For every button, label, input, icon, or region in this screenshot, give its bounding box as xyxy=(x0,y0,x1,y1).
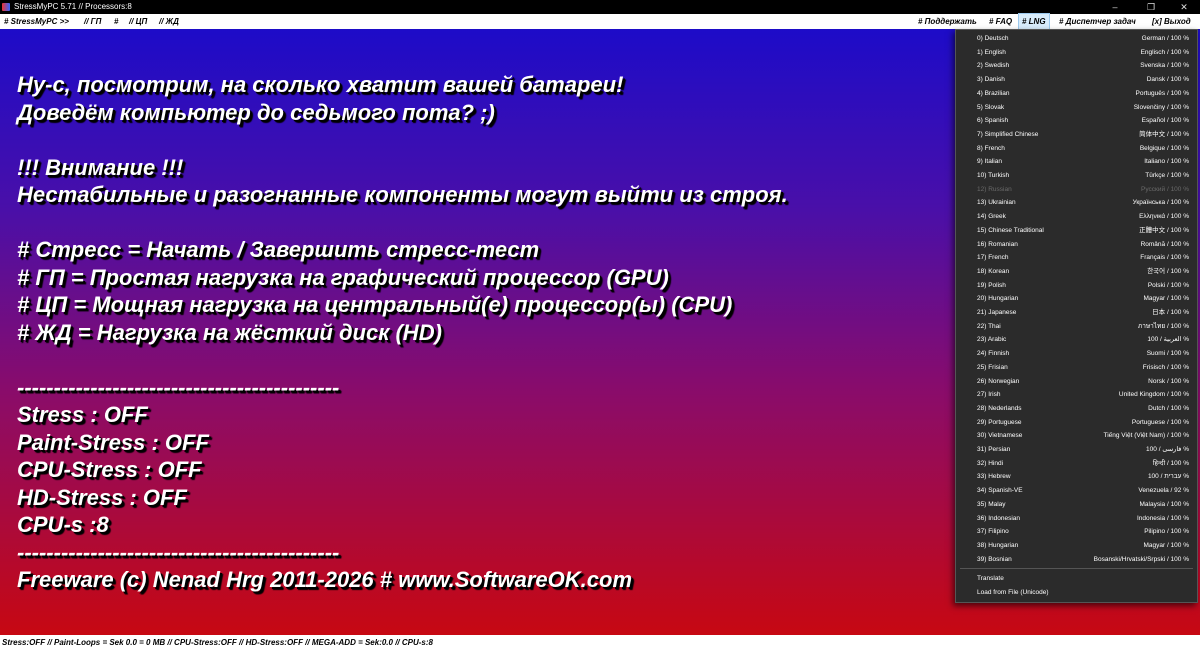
language-item[interactable]: 22) Thai ภาษาไทย / 100 % xyxy=(956,320,1197,334)
language-item[interactable]: 10) Turkish Türkçe / 100 % xyxy=(956,169,1197,183)
text-line: !!! Внимание !!! xyxy=(17,154,184,180)
language-item[interactable]: 15) Chinese Traditional 正體中文 / 100 % xyxy=(956,224,1197,238)
app-icon xyxy=(2,3,10,11)
text-line: Ну-с, посмотрим, на сколько хватит вашей… xyxy=(17,72,624,97)
menu-task-manager[interactable]: # Диспетчер задач xyxy=(1059,14,1136,29)
language-item[interactable]: 37) Filipino Pilipino / 100 % xyxy=(956,525,1197,539)
language-dropdown-menu: 0) Deutsch German / 100 % 1) English Engli… xyxy=(955,29,1198,603)
text-line xyxy=(17,126,788,154)
close-button[interactable]: ✕ xyxy=(1167,0,1200,14)
translate-menu-item[interactable]: Translate xyxy=(956,572,1197,586)
language-item[interactable]: 0) Deutsch German / 100 % xyxy=(956,32,1197,46)
language-item[interactable]: 17) French Français / 100 % xyxy=(956,251,1197,265)
minimize-button[interactable]: – xyxy=(1098,0,1132,14)
language-item[interactable]: 4) Brazilian Português / 100 % xyxy=(956,87,1197,101)
language-item-disabled: 12) Russian Русский / 100 % xyxy=(977,185,1189,193)
text-line: # ГП = Простая нагрузка на графический п… xyxy=(17,264,669,290)
language-item[interactable]: 29) Portuguese Portuguese / 100 % xyxy=(956,416,1197,430)
language-item[interactable]: 7) Simplified Chinese 简体中文 / 100 % xyxy=(956,128,1197,142)
maximize-button[interactable]: ❐ xyxy=(1134,0,1168,14)
text-line xyxy=(17,209,788,237)
language-item[interactable]: 35) Malay Malaysia / 100 % xyxy=(956,498,1197,512)
status-hd-stress: HD-Stress : OFF xyxy=(17,484,187,510)
language-item[interactable]: 16) Romanian Română / 100 % xyxy=(956,238,1197,252)
title-bar: StressMyPC 5.71 // Processors:8 – ❐ ✕ xyxy=(0,0,1200,14)
divider-line: ----------------------------------------… xyxy=(17,539,340,565)
language-item[interactable]: 21) Japanese 日本 / 100 % xyxy=(956,306,1197,320)
language-item[interactable]: 23) Arabic 100 / العربية % xyxy=(956,333,1197,347)
language-item[interactable]: 28) Nederlands Dutch / 100 % xyxy=(956,402,1197,416)
language-item[interactable]: 14) Greek Ελληνικά / 100 % xyxy=(956,210,1197,224)
status-paint-stress: Paint-Stress : OFF xyxy=(17,429,209,455)
language-item[interactable]: 38) Hungarian Magyar / 100 % xyxy=(956,539,1197,553)
language-item[interactable]: 3) Danish Dansk / 100 % xyxy=(956,73,1197,87)
language-item[interactable]: 18) Korean 한국어 / 100 % xyxy=(956,265,1197,279)
menu-hd[interactable]: // ЖД xyxy=(159,14,179,29)
status-cpu-count: CPU-s :8 xyxy=(17,512,109,537)
menu-bar: # StressMyPC >> // ГП # // ЦП // ЖД # По… xyxy=(0,13,1200,30)
menu-faq[interactable]: # FAQ xyxy=(989,14,1012,29)
window-title: StressMyPC 5.71 // Processors:8 xyxy=(14,2,132,11)
language-item[interactable]: 5) Slovak Slovenčiny / 100 % xyxy=(956,101,1197,115)
menu-gpu[interactable]: // ГП xyxy=(84,14,101,29)
language-item[interactable]: 25) Frisian Frisisch / 100 % xyxy=(956,361,1197,375)
text-line xyxy=(17,346,788,374)
language-item[interactable]: 20) Hungarian Magyar / 100 % xyxy=(956,292,1197,306)
language-item[interactable]: 19) Polish Polski / 100 % xyxy=(956,279,1197,293)
info-text-block: Ну-с, посмотрим, на сколько хватит вашей… xyxy=(17,71,788,594)
copyright-line: Freeware (c) Nenad Hrg 2011-2026 # www.S… xyxy=(17,567,633,592)
text-line: # ЦП = Мощная нагрузка на центральный(е)… xyxy=(17,292,733,317)
language-item[interactable]: 32) Hindi हिन्दी / 100 % xyxy=(956,457,1197,471)
language-item[interactable]: 1) English Englisch / 100 % xyxy=(956,46,1197,60)
status-cpu-stress: CPU-Stress : OFF xyxy=(17,457,202,482)
language-item[interactable]: 30) Vietnamese Tiếng Việt (Việt Nam) / 10… xyxy=(956,429,1197,443)
menu-lng[interactable]: # LNG xyxy=(1018,13,1050,30)
status-bar: Stress:OFF // Paint-Loops = Sek 0.0 = 0 … xyxy=(0,635,1200,655)
language-item[interactable]: 34) Spanish-VE Venezuela / 92 % xyxy=(956,484,1197,498)
text-line: Доведём компьютер до седьмого пота? ;) xyxy=(17,99,495,125)
menu-separator xyxy=(960,568,1193,569)
status-text: Stress:OFF // Paint-Loops = Sek 0.0 = 0 … xyxy=(2,638,433,647)
language-item[interactable]: 39) Bosnian Bosanski/Hrvatski/Srpski / 10… xyxy=(956,553,1197,567)
menu-support[interactable]: # Поддержать xyxy=(918,14,977,29)
text-line: Нестабильные и разогнанные компоненты мо… xyxy=(17,182,788,207)
load-from-file-menu-item[interactable]: Load from File (Unicode) xyxy=(956,586,1197,600)
language-item[interactable]: 27) Irish United Kingdom / 100 % xyxy=(956,388,1197,402)
language-item[interactable]: 13) Ukrainian Українська / 100 % xyxy=(956,196,1197,210)
language-item[interactable]: 36) Indonesian Indonesia / 100 % xyxy=(956,512,1197,526)
language-item[interactable]: 33) Hebrew 100 / עברית % xyxy=(956,470,1197,484)
language-item[interactable]: 6) Spanish Español / 100 % xyxy=(956,114,1197,128)
menu-exit[interactable]: [x] Выход xyxy=(1152,14,1191,29)
menu-separator-hash[interactable]: # xyxy=(114,14,118,29)
language-item[interactable]: 8) French Belgique / 100 % xyxy=(956,142,1197,156)
language-item[interactable]: 24) Finnish Suomi / 100 % xyxy=(956,347,1197,361)
language-item[interactable]: 9) Italian Italiano / 100 % xyxy=(956,155,1197,169)
language-item[interactable]: 31) Persian 100 / فارسی % xyxy=(956,443,1197,457)
menu-stressmypc[interactable]: # StressMyPC >> xyxy=(4,14,69,29)
menu-cpu[interactable]: // ЦП xyxy=(129,14,147,29)
divider-line: ----------------------------------------… xyxy=(17,374,340,400)
language-item[interactable]: 26) Norwegian Norsk / 100 % xyxy=(956,375,1197,389)
language-item[interactable]: 2) Swedish Svenska / 100 % xyxy=(956,59,1197,73)
text-line: # ЖД = Нагрузка на жёсткий диск (HD) xyxy=(17,319,442,345)
text-line: # Стресс = Начать / Завершить стресс-тес… xyxy=(17,237,540,262)
status-stress: Stress : OFF xyxy=(17,402,148,427)
